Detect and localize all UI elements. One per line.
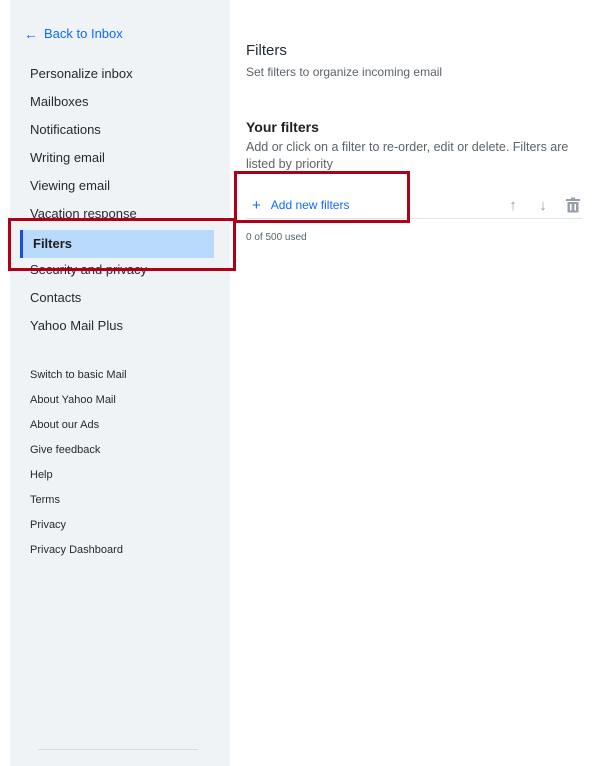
help-link[interactable]: Help bbox=[10, 465, 230, 490]
settings-nav: Personalize inbox Mailboxes Notification… bbox=[10, 62, 230, 342]
privacy-link[interactable]: Privacy bbox=[10, 515, 230, 540]
sidebar-item-contacts[interactable]: Contacts bbox=[10, 286, 230, 314]
arrow-down-icon[interactable]: ↓ bbox=[534, 196, 552, 214]
trash-icon[interactable] bbox=[564, 196, 582, 214]
settings-page: ← Back to Inbox Personalize inbox Mailbo… bbox=[0, 0, 592, 766]
settings-sidebar: ← Back to Inbox Personalize inbox Mailbo… bbox=[10, 0, 230, 766]
your-filters-heading: Your filters bbox=[246, 119, 319, 135]
plus-icon: + bbox=[252, 196, 261, 214]
privacy-dashboard-link[interactable]: Privacy Dashboard bbox=[10, 540, 230, 565]
add-new-filters-label: Add new filters bbox=[270, 198, 350, 212]
filters-panel: Filters Set filters to organize incoming… bbox=[232, 0, 592, 766]
page-subtitle: Set filters to organize incoming email bbox=[246, 65, 443, 79]
sidebar-item-personalize-inbox[interactable]: Personalize inbox bbox=[10, 62, 230, 90]
sidebar-item-notifications[interactable]: Notifications bbox=[10, 118, 230, 146]
add-new-filters-button[interactable]: + Add new filters bbox=[252, 198, 349, 213]
arrow-up-icon[interactable]: ↑ bbox=[504, 196, 522, 214]
sidebar-item-writing-email[interactable]: Writing email bbox=[10, 146, 230, 174]
back-to-inbox-link[interactable]: ← Back to Inbox bbox=[24, 26, 123, 41]
page-title: Filters bbox=[246, 42, 287, 59]
filters-usage-count: 0 of 500 used bbox=[246, 232, 307, 243]
sidebar-item-filters[interactable]: Filters bbox=[20, 230, 214, 258]
about-our-ads-link[interactable]: About our Ads bbox=[10, 415, 230, 440]
sidebar-item-yahoo-mail-plus[interactable]: Yahoo Mail Plus bbox=[10, 314, 230, 342]
sidebar-item-security-and-privacy[interactable]: Security and privacy bbox=[10, 258, 230, 286]
sidebar-item-vacation-response[interactable]: Vacation response bbox=[10, 202, 230, 230]
back-to-inbox-label: Back to Inbox bbox=[44, 26, 123, 41]
give-feedback-link[interactable]: Give feedback bbox=[10, 440, 230, 465]
about-yahoo-mail-link[interactable]: About Yahoo Mail bbox=[10, 390, 230, 415]
your-filters-description: Add or click on a filter to re-order, ed… bbox=[246, 140, 569, 170]
arrow-left-icon: ← bbox=[24, 25, 38, 42]
sidebar-item-mailboxes[interactable]: Mailboxes bbox=[10, 90, 230, 118]
sidebar-divider bbox=[38, 749, 198, 750]
switch-to-basic-mail-link[interactable]: Switch to basic Mail bbox=[10, 365, 230, 390]
terms-link[interactable]: Terms bbox=[10, 490, 230, 515]
filters-toolbar: + Add new filters ↑ ↓ bbox=[246, 192, 582, 219]
sidebar-item-viewing-email[interactable]: Viewing email bbox=[10, 174, 230, 202]
sidebar-links: Switch to basic Mail About Yahoo Mail Ab… bbox=[10, 365, 230, 565]
toolbar-icons: ↑ ↓ bbox=[504, 196, 582, 214]
